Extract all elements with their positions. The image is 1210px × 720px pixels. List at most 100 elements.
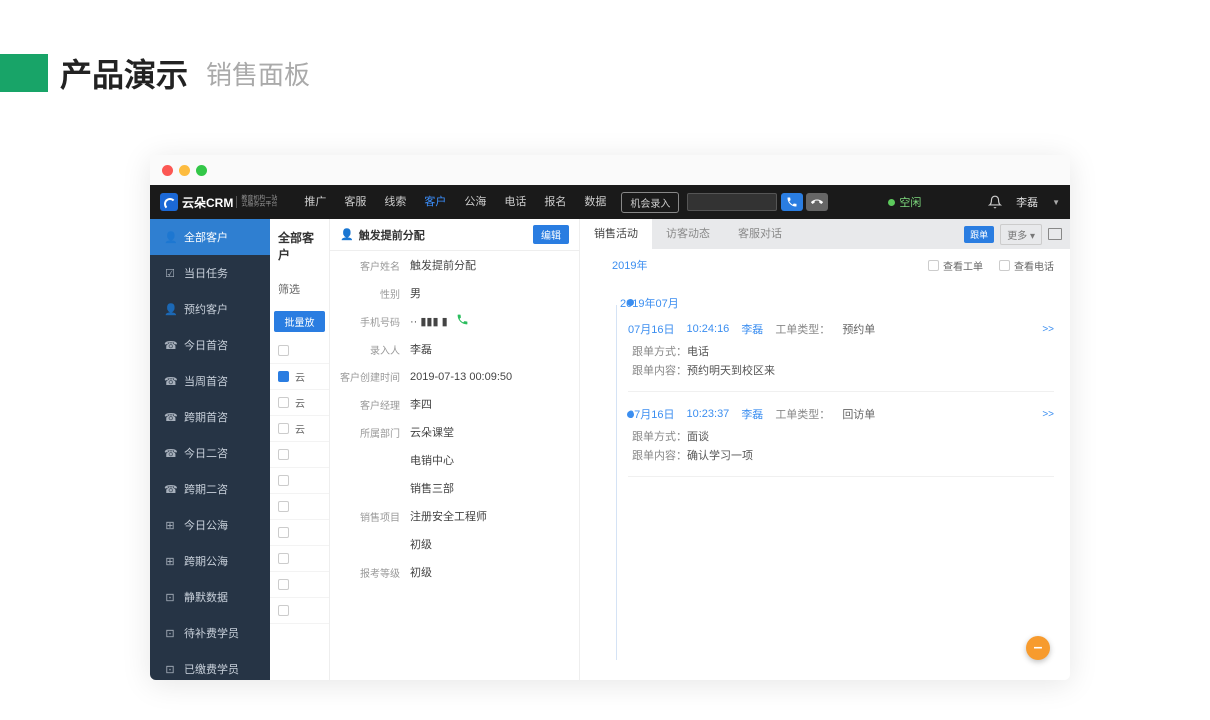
sidebar-icon: ⊞ [164,555,176,568]
nav-item-3[interactable]: 客户 [415,185,455,219]
detail-value: 初级 [410,536,432,552]
checkbox[interactable] [278,553,289,564]
list-row[interactable] [270,494,329,520]
sidebar-icon: ☎ [164,339,176,352]
layout-icon[interactable] [1048,228,1062,240]
sidebar-item-label: 预约客户 [184,301,228,317]
timeline-line [616,305,617,660]
checkbox[interactable] [278,475,289,486]
search-input[interactable] [687,193,777,211]
user-icon: 👤 [340,228,354,241]
entry-date: 07月16日 [628,321,674,337]
checkbox[interactable] [278,449,289,460]
detail-header: 👤 触发提前分配 编辑 [330,219,579,251]
nav-item-5[interactable]: 电话 [495,185,535,219]
bell-icon[interactable] [988,195,1002,209]
sidebar-item-label: 今日二咨 [184,445,228,461]
sidebar-item-7[interactable]: ☎跨期二咨 [150,471,270,507]
entry-button[interactable]: 机会录入 [621,192,679,213]
detail-row: 手机号码·· ▮▮▮ ▮ [330,307,579,335]
chevron-down-icon[interactable]: ▼ [1052,198,1060,207]
sidebar-item-12[interactable]: ⊡已缴费学员 [150,651,270,680]
nav-item-1[interactable]: 客服 [335,185,375,219]
detail-value: 云朵课堂 [410,424,454,440]
sidebar-item-label: 今日公海 [184,517,228,533]
nav-item-6[interactable]: 报名 [535,185,575,219]
sidebar-item-5[interactable]: ☎跨期首咨 [150,399,270,435]
hangup-button[interactable] [806,193,828,211]
timeline-entry: 07月16日10:23:37李磊工单类型：回访单>>跟单方式：面谈跟单内容：确认… [628,406,1054,477]
more-button[interactable]: 更多 ▾ [1000,224,1042,245]
list-row[interactable] [270,572,329,598]
sidebar-item-0[interactable]: 👤全部客户 [150,219,270,255]
entry-user[interactable]: 李磊 [741,321,763,337]
bulk-button[interactable]: 批量放 [274,311,325,332]
entry-date: 07月16日 [628,406,674,422]
sidebar-item-label: 当日任务 [184,265,228,281]
followup-badge[interactable]: 跟单 [964,226,994,243]
sidebar-item-4[interactable]: ☎当周首咨 [150,363,270,399]
checkbox[interactable] [278,605,289,616]
checkbox[interactable] [278,501,289,512]
detail-value: 注册安全工程师 [410,508,487,524]
activity-tab-1[interactable]: 访客动态 [652,219,724,249]
sidebar-icon: 👤 [164,231,176,244]
logo[interactable]: 云朵CRM 教育机构一站 式服务云平台 [150,185,287,219]
checkbox[interactable] [278,579,289,590]
detail-label: 性别 [340,286,410,301]
nav-item-2[interactable]: 线索 [375,185,415,219]
sidebar: 👤全部客户☑当日任务👤预约客户☎今日首咨☎当周首咨☎跨期首咨☎今日二咨☎跨期二咨… [150,219,270,680]
nav-item-4[interactable]: 公海 [455,185,495,219]
detail-panel: 👤 触发提前分配 编辑 客户姓名触发提前分配性别男手机号码·· ▮▮▮ ▮录入人… [330,219,580,680]
phone-icon[interactable] [456,313,469,329]
list-row[interactable]: 云 [270,416,329,442]
status-indicator[interactable]: 空闲 [888,194,921,210]
list-row[interactable] [270,442,329,468]
checkbox[interactable] [278,371,289,382]
timeline-month: 2019年07月 [620,295,1054,311]
sidebar-item-6[interactable]: ☎今日二咨 [150,435,270,471]
fab-button[interactable]: – [1026,636,1050,660]
sidebar-item-11[interactable]: ⊡待补费学员 [150,615,270,651]
sidebar-item-9[interactable]: ⊞跨期公海 [150,543,270,579]
expand-button[interactable]: >> [1042,409,1054,420]
list-row[interactable] [270,520,329,546]
nav-item-7[interactable]: 数据 [575,185,615,219]
filter-label[interactable]: 筛选 [270,273,329,305]
sidebar-item-8[interactable]: ⊞今日公海 [150,507,270,543]
user-name[interactable]: 李磊 [1016,194,1038,210]
entry-user[interactable]: 李磊 [741,406,763,422]
edit-button[interactable]: 编辑 [533,225,569,244]
entry-type-value: 预约单 [842,321,875,337]
sidebar-item-2[interactable]: 👤预约客户 [150,291,270,327]
call-button[interactable] [781,193,803,211]
sidebar-item-1[interactable]: ☑当日任务 [150,255,270,291]
minimize-icon[interactable] [179,165,190,176]
list-row[interactable] [270,468,329,494]
checkbox[interactable] [278,423,289,434]
checkbox-workorder[interactable]: 查看工单 [928,258,983,273]
list-row[interactable] [270,546,329,572]
timeline: 2019年07月 07月16日10:24:16李磊工单类型：预约单>>跟单方式：… [580,281,1070,680]
activity-tab-0[interactable]: 销售活动 [580,219,652,249]
sidebar-item-10[interactable]: ⊡静默数据 [150,579,270,615]
nav-item-0[interactable]: 推广 [295,185,335,219]
checkbox[interactable] [278,397,289,408]
list-row[interactable]: 云 [270,364,329,390]
list-row[interactable] [270,338,329,364]
sidebar-item-3[interactable]: ☎今日首咨 [150,327,270,363]
detail-row: 销售项目注册安全工程师 [330,502,579,530]
expand-button[interactable]: >> [1042,324,1054,335]
activity-tab-2[interactable]: 客服对话 [724,219,796,249]
list-row[interactable] [270,598,329,624]
detail-row: 录入人李磊 [330,335,579,363]
year-label[interactable]: 2019年 [596,257,647,273]
sidebar-item-label: 当周首咨 [184,373,228,389]
checkbox[interactable] [278,527,289,538]
maximize-icon[interactable] [196,165,207,176]
checkbox[interactable] [278,345,289,356]
sidebar-icon: ☎ [164,411,176,424]
close-icon[interactable] [162,165,173,176]
checkbox-phone[interactable]: 查看电话 [999,258,1054,273]
list-row[interactable]: 云 [270,390,329,416]
